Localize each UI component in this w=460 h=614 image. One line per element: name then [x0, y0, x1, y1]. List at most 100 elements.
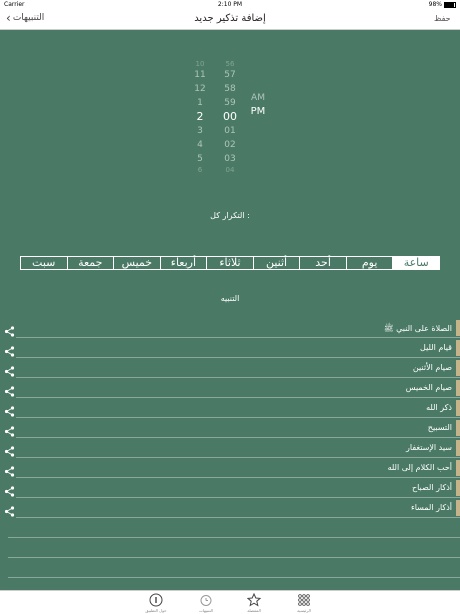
tab-bar: حول التطبيق التنبيهات المفضلة الرئيسية: [0, 590, 460, 614]
minute-option[interactable]: 56: [226, 60, 235, 68]
segment-option[interactable]: ساعة: [392, 257, 439, 269]
accent-bar: [456, 440, 460, 456]
tab-label: الرئيسية: [297, 608, 311, 613]
share-icon[interactable]: [4, 342, 15, 357]
hour-option[interactable]: 1: [197, 96, 203, 110]
hour-option[interactable]: 2: [197, 110, 204, 124]
alert-label: أحب الكلام إلى الله: [387, 463, 452, 472]
tab-label: المفضلة: [247, 608, 261, 613]
hour-option[interactable]: 12: [194, 82, 205, 96]
battery-percent: 98%: [428, 1, 442, 8]
alert-row[interactable]: أذكار المساء: [4, 498, 460, 518]
hour-option[interactable]: 5: [197, 152, 203, 166]
minute-option[interactable]: 02: [224, 138, 235, 152]
page-title: إضافة تذكير جديد: [194, 13, 266, 24]
accent-bar: [456, 480, 460, 496]
ampm-option[interactable]: PM: [251, 105, 266, 119]
share-icon[interactable]: [4, 502, 15, 517]
minute-option[interactable]: 57: [224, 68, 235, 82]
segment-option[interactable]: ثلاثاء: [206, 257, 253, 269]
hour-option[interactable]: 4: [197, 138, 203, 152]
ampm-option[interactable]: AM: [251, 91, 265, 105]
alert-label: التسبيح: [427, 423, 452, 432]
alert-row[interactable]: أذكار الصباح: [4, 478, 460, 498]
minute-option[interactable]: 00: [223, 110, 237, 124]
alert-row[interactable]: ذكر الله: [4, 398, 460, 418]
share-icon[interactable]: [4, 362, 15, 377]
grid-dots-icon: [284, 593, 324, 607]
share-icon[interactable]: [4, 402, 15, 417]
alert-label: الصلاة على النبي ﷺ: [383, 324, 452, 333]
share-icon[interactable]: [4, 482, 15, 497]
accent-bar: [456, 320, 460, 336]
save-button[interactable]: حفظ: [434, 14, 451, 23]
share-icon[interactable]: [4, 322, 15, 337]
segment-option[interactable]: جمعة: [66, 257, 114, 269]
alert-label: أذكار المساء: [410, 503, 452, 512]
segment-option[interactable]: أربعاء: [159, 257, 207, 269]
status-time: 2:10 PM: [217, 1, 243, 8]
tab-item[interactable]: التنبيهات: [186, 593, 226, 613]
alert-row[interactable]: سيد الإستغفار: [4, 438, 460, 458]
alert-row[interactable]: قيام الليل: [4, 338, 460, 358]
ampm-wheel[interactable]: AM PM: [246, 91, 270, 119]
hour-option[interactable]: 3: [197, 124, 203, 138]
share-icon[interactable]: [4, 462, 15, 477]
accent-bar: [456, 360, 460, 376]
minute-option[interactable]: 58: [224, 82, 235, 96]
alert-label: ذكر الله: [426, 403, 452, 412]
star-icon: [234, 593, 274, 607]
alert-label: صيام الأثنين: [412, 363, 452, 372]
accent-bar: [456, 460, 460, 476]
tab-label: التنبيهات: [199, 608, 213, 613]
segment-option[interactable]: أحد: [299, 257, 346, 269]
share-icon[interactable]: [4, 442, 15, 457]
alert-label: سيد الإستغفار: [406, 443, 452, 452]
alert-row[interactable]: أحب الكلام إلى الله: [4, 458, 460, 478]
hour-option[interactable]: 6: [198, 166, 202, 174]
minute-option[interactable]: 03: [224, 152, 235, 166]
empty-row: [8, 518, 460, 538]
repeat-label: التكرار كل :: [210, 211, 250, 220]
accent-bar: [456, 400, 460, 416]
info-circle-icon: [136, 593, 176, 607]
minute-option[interactable]: 01: [224, 124, 235, 138]
hour-option[interactable]: 11: [194, 68, 205, 82]
tab-item[interactable]: المفضلة: [234, 593, 274, 613]
accent-bar: [456, 420, 460, 436]
time-picker[interactable]: 10 11 12 1 2 3 4 5 6 56 57 58 59 00 01 02 03 04 AM PM: [180, 60, 280, 174]
hour-option[interactable]: 10: [196, 60, 205, 68]
minute-option[interactable]: 59: [224, 96, 235, 110]
segment-option[interactable]: يوم: [345, 257, 393, 269]
repeat-segmented-control[interactable]: ساعة يوم أحد أثنين ثلاثاء أربعاء خميس جمعة سبت: [20, 256, 440, 270]
tab-item[interactable]: الرئيسية: [284, 593, 324, 613]
tab-label: حول التطبيق: [145, 608, 167, 613]
minute-wheel[interactable]: 56 57 58 59 00 01 02 03 04: [220, 60, 240, 174]
alerts-list: الصلاة على النبي ﷺ✔ قيام الليل صيام الأثني…: [0, 318, 460, 598]
alerts-section-label: التنبيه: [220, 294, 240, 303]
status-bar: Carrier 2:10 PM 98%: [0, 0, 460, 10]
alert-row[interactable]: الصلاة على النبي ﷺ✔: [4, 318, 460, 338]
battery-icon: [444, 1, 456, 8]
alert-row[interactable]: صيام الخميس: [4, 378, 460, 398]
alert-row[interactable]: التسبيح: [4, 418, 460, 438]
alarm-clock-icon: [186, 593, 226, 607]
alert-label: قيام الليل: [420, 343, 452, 352]
minute-option[interactable]: 04: [226, 166, 235, 174]
alert-row[interactable]: صيام الأثنين: [4, 358, 460, 378]
alert-label: أذكار الصباح: [411, 483, 452, 492]
alert-label: صيام الخميس: [405, 383, 452, 392]
accent-bar: [456, 500, 460, 516]
navigation-bar: ‹ التنبيهات إضافة تذكير جديد حفظ: [0, 10, 460, 30]
hour-wheel[interactable]: 10 11 12 1 2 3 4 5 6: [190, 60, 210, 174]
share-icon[interactable]: [4, 422, 15, 437]
empty-row: [8, 558, 460, 578]
segment-option[interactable]: خميس: [113, 257, 160, 269]
battery-indicator: 98%: [429, 1, 456, 8]
share-icon[interactable]: [4, 382, 15, 397]
segment-option[interactable]: سبت: [21, 257, 67, 269]
accent-bar: [456, 340, 460, 356]
accent-bar: [456, 380, 460, 396]
segment-option[interactable]: أثنين: [252, 257, 300, 269]
tab-item[interactable]: حول التطبيق: [136, 593, 176, 613]
